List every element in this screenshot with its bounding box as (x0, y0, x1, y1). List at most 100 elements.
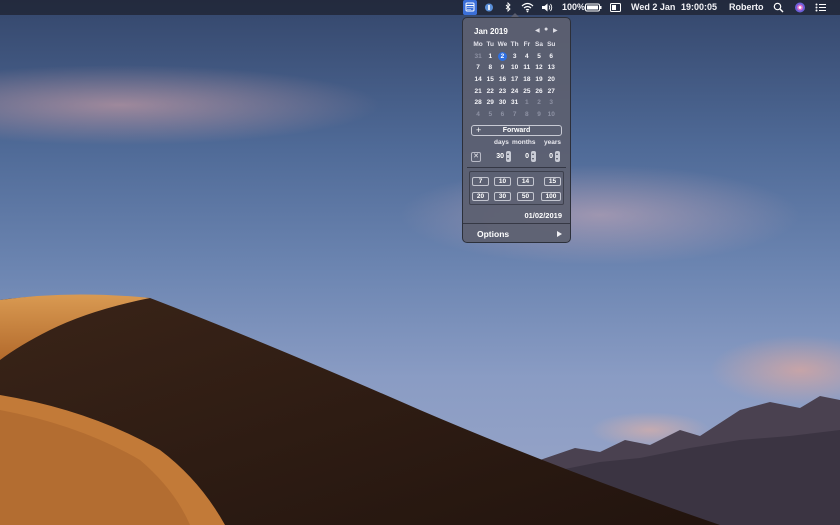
next-month-icon[interactable]: ▶ (553, 27, 558, 34)
siri-icon (795, 2, 805, 13)
day-cell[interactable]: 25 (521, 86, 533, 98)
calendar-icon (465, 2, 475, 12)
search-menu-icon[interactable] (773, 0, 784, 15)
day-cell[interactable]: 15 (484, 74, 496, 86)
day-cell[interactable]: 26 (533, 86, 545, 98)
day-cell[interactable]: 2 (496, 51, 508, 63)
day-cell[interactable]: 3 (509, 51, 521, 63)
day-cell[interactable]: 8 (484, 62, 496, 74)
day-cell-outside[interactable]: 4 (472, 109, 484, 121)
siri-menu-icon[interactable] (794, 0, 806, 15)
menu-date[interactable]: Wed 2 Jan (631, 0, 675, 15)
day-cell-outside[interactable]: 6 (496, 109, 508, 121)
display-icon (610, 3, 621, 12)
preset-button[interactable]: 14 (517, 177, 534, 186)
years-label: years (544, 139, 561, 146)
wifi-menu-icon[interactable] (521, 0, 534, 15)
options-menu[interactable]: Options (477, 229, 509, 239)
weekday-header: Su (547, 41, 556, 48)
menu-list-icon-button[interactable] (815, 0, 827, 15)
battery-percent[interactable]: 100% (562, 0, 585, 15)
day-cell-outside[interactable]: 9 (533, 109, 545, 121)
display-menu-icon[interactable] (610, 0, 621, 15)
day-cell[interactable]: 14 (472, 74, 484, 86)
weekday-header: We (497, 41, 508, 48)
battery-icon (585, 3, 602, 12)
days-value[interactable]: 30 (487, 152, 504, 162)
menu-bar: 100% Wed 2 Jan 19:00:05 Roberto (0, 0, 840, 15)
years-value[interactable]: 0 (543, 152, 553, 162)
day-cell-outside[interactable]: 10 (545, 109, 557, 121)
today-marker[interactable]: 2 (497, 51, 507, 61)
days-stepper[interactable] (506, 151, 511, 162)
day-cell[interactable]: 28 (472, 97, 484, 109)
prev-month-icon[interactable]: ◀ (535, 27, 540, 34)
volume-icon (542, 3, 553, 12)
calendar-menu-icon[interactable] (463, 0, 477, 15)
preset-button[interactable]: 100 (541, 192, 561, 201)
preset-button[interactable]: 10 (494, 177, 511, 186)
forward-button[interactable]: + Forward (471, 125, 562, 136)
day-cell[interactable]: 30 (496, 97, 508, 109)
volume-menu-icon[interactable] (541, 0, 555, 15)
weekday-header: Th (510, 41, 519, 48)
day-cell-outside[interactable]: 8 (521, 109, 533, 121)
day-cell[interactable]: 5 (533, 51, 545, 63)
day-cell-outside[interactable]: 7 (509, 109, 521, 121)
day-cell[interactable]: 29 (484, 97, 496, 109)
day-cell-outside[interactable]: 3 (545, 97, 557, 109)
battery-menu-icon[interactable] (585, 0, 602, 15)
day-cell[interactable]: 20 (545, 74, 557, 86)
day-cell[interactable]: 9 (496, 62, 508, 74)
day-cell[interactable]: 21 (472, 86, 484, 98)
day-cell[interactable]: 18 (521, 74, 533, 86)
months-stepper[interactable] (531, 151, 536, 162)
shield-menu-icon[interactable] (484, 0, 494, 15)
weekday-header: Fr (523, 41, 531, 48)
day-cell[interactable]: 19 (533, 74, 545, 86)
day-cell-outside[interactable]: 2 (533, 97, 545, 109)
day-cell-outside[interactable]: 1 (521, 97, 533, 109)
shield-icon (485, 3, 493, 12)
menu-time[interactable]: 19:00:05 (681, 0, 717, 15)
day-cell[interactable]: 7 (472, 62, 484, 74)
day-cell[interactable]: 24 (509, 86, 521, 98)
preset-button[interactable]: 50 (517, 192, 534, 201)
day-cell[interactable]: 31 (509, 97, 521, 109)
months-value[interactable]: 0 (517, 152, 529, 162)
day-cell[interactable]: 11 (521, 62, 533, 74)
day-cell[interactable]: 16 (496, 74, 508, 86)
day-cell[interactable]: 27 (545, 86, 557, 98)
months-label: months (512, 139, 536, 146)
day-cell[interactable]: 10 (509, 62, 521, 74)
day-cell[interactable]: 23 (496, 86, 508, 98)
day-cell[interactable]: 22 (484, 86, 496, 98)
day-cell[interactable]: 1 (484, 51, 496, 63)
day-cell[interactable]: 4 (521, 51, 533, 63)
preset-button[interactable]: 30 (494, 192, 511, 201)
clear-button[interactable]: ✕ (471, 152, 481, 162)
day-cell[interactable]: 6 (545, 51, 557, 63)
separator (467, 167, 566, 168)
day-cell-outside[interactable]: 31 (472, 51, 484, 63)
result-date: 01/02/2019 (524, 211, 562, 220)
preset-group: 7 10 14 15 20 30 50 100 (469, 171, 564, 205)
weekday-header: Mo (473, 41, 483, 48)
day-cell-outside[interactable]: 5 (484, 109, 496, 121)
weekday-header: Tu (486, 41, 495, 48)
preset-button[interactable]: 20 (472, 192, 489, 201)
desktop-wallpaper (0, 0, 840, 525)
day-cell[interactable]: 13 (545, 62, 557, 74)
day-cell[interactable]: 17 (509, 74, 521, 86)
submenu-arrow-icon[interactable] (557, 231, 562, 237)
wifi-icon (521, 2, 534, 13)
today-dot-icon[interactable]: ● (544, 26, 548, 33)
menu-user[interactable]: Roberto (729, 0, 764, 15)
day-cell[interactable]: 12 (533, 62, 545, 74)
plus-icon: + (476, 125, 482, 135)
preset-button[interactable]: 15 (544, 177, 561, 186)
years-stepper[interactable] (555, 151, 560, 162)
preset-button[interactable]: 7 (472, 177, 489, 186)
month-label: Jan 2019 (474, 27, 508, 36)
menu-list-icon (815, 3, 826, 12)
